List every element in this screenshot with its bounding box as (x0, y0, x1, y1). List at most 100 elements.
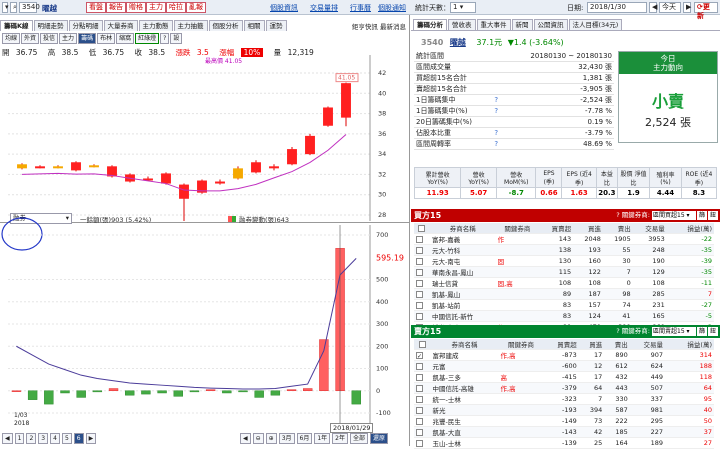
buy-col-header[interactable]: 買賣超 (539, 223, 574, 234)
bar[interactable] (303, 388, 313, 391)
sell-col-header[interactable]: 賣出 (604, 339, 630, 350)
help-icon[interactable]: ? (492, 127, 503, 139)
help-icon[interactable] (492, 51, 503, 62)
page-4[interactable]: 4 (50, 433, 60, 444)
candle[interactable] (35, 166, 45, 169)
broker-name[interactable]: 中國信託-新竹 (429, 310, 496, 322)
broker-name[interactable]: 統一-士林 (430, 393, 499, 405)
tab-main-lottery[interactable]: 主力抽籤 (173, 20, 208, 31)
row-checkbox[interactable] (416, 312, 423, 320)
subtab-settings[interactable]: 設 (170, 33, 183, 44)
table-row[interactable]: 玉山-士林 -139 25 164 189 27 (414, 437, 714, 449)
bar[interactable] (11, 390, 22, 392)
quote-name[interactable]: 曜越 (450, 38, 466, 47)
row-checkbox[interactable] (416, 406, 423, 414)
broker-name[interactable]: 凱基-三多 (430, 371, 499, 383)
candle[interactable] (17, 164, 27, 169)
dropdown-icon[interactable]: ▾ (2, 2, 9, 13)
zoom-out-icon[interactable]: ⊖ (252, 433, 264, 444)
toolbar-btn-6[interactable]: 亂報 (186, 2, 206, 13)
page-1[interactable]: 1 (14, 433, 25, 444)
bar[interactable] (157, 390, 167, 394)
table-row[interactable]: ✓ 富邦建成 作,高 -873 17 890 907 314 (414, 349, 714, 361)
range-2y[interactable]: 2年 (332, 433, 348, 444)
candle[interactable] (341, 83, 351, 118)
page-2[interactable]: 2 (26, 433, 37, 444)
help-icon[interactable]: ? (492, 138, 503, 150)
range-restore[interactable]: 還原 (370, 433, 389, 444)
row-checkbox[interactable] (416, 373, 423, 381)
sell-option-button[interactable]: 鈕 (708, 327, 718, 336)
next-date-button[interactable]: ▶ (683, 2, 691, 13)
link-calendar[interactable]: 行事曆 (350, 3, 371, 13)
select-all-checkbox[interactable] (418, 340, 426, 348)
buy-assoc-select[interactable]: 區間買超15 ▾ (652, 211, 696, 220)
bar[interactable] (222, 390, 232, 394)
tab-target-price[interactable]: 法人目標(34元) (568, 19, 623, 30)
subtab-ma[interactable]: 均線 (2, 33, 21, 44)
candle[interactable] (287, 149, 297, 165)
toolbar-btn-4[interactable]: 主力 (146, 2, 166, 13)
prev-date-button[interactable]: ◀ (649, 2, 657, 13)
subtab-traffic-light[interactable]: 紅綠燈 (135, 33, 160, 44)
search-icon[interactable]: ⌕ (10, 2, 17, 13)
buy-option-button[interactable]: 鈕 (708, 211, 718, 220)
candle[interactable] (323, 107, 333, 126)
bar[interactable] (60, 390, 70, 394)
zoom-in-icon[interactable]: ⊕ (265, 433, 277, 444)
broker-name[interactable]: 凱基-鳳山 (429, 288, 496, 300)
range-1y[interactable]: 1年 (314, 433, 331, 444)
bar[interactable] (189, 390, 200, 393)
sell-col-header[interactable]: 交易量 (629, 339, 666, 350)
date-input[interactable]: 2018/1/30 (587, 2, 647, 13)
range-all[interactable]: 全部 (350, 433, 369, 444)
page-next-button[interactable]: ▶ (85, 433, 97, 444)
tab-branch-detail[interactable]: 分點明細 (68, 20, 103, 31)
tab-main-force[interactable]: 主力動態 (138, 20, 173, 31)
subtab-help[interactable]: ? (160, 33, 170, 44)
subtab-mainforce[interactable]: 主力 (59, 33, 78, 44)
tab-detail-trend[interactable]: 明細走勢 (33, 20, 68, 31)
candle[interactable] (89, 165, 99, 168)
margin-short-chart[interactable]: 700 595.19 500 400 300 200 100 0 -100 (0, 225, 410, 423)
tab-news[interactable]: 新聞 (511, 19, 533, 30)
broker-name[interactable]: 元大-南屯 (429, 255, 496, 267)
candle[interactable] (215, 181, 225, 184)
tab-stock-analysis[interactable]: 個股分析 (208, 20, 243, 31)
tab-fortune[interactable]: 運勢 (265, 20, 287, 31)
bar[interactable] (238, 390, 248, 393)
table-row[interactable]: 中國信託-高雄 作,高 -379 64 443 507 64 (414, 382, 714, 394)
table-row[interactable]: 新光 -193 394 587 981 40 (414, 404, 714, 416)
candle[interactable] (233, 168, 243, 179)
candle[interactable] (161, 173, 171, 184)
candlestick-chart[interactable]: 424038363432302841.0526.6 (0, 55, 410, 221)
table-row[interactable]: 兆豐-民生 -149 73 222 295 50 (414, 415, 714, 427)
sell-col-header[interactable]: 關鍵券商 (498, 339, 544, 350)
stat-days-select[interactable]: 1 ▾ (450, 2, 476, 13)
toolbar-btn-5[interactable]: 哈拉 (166, 2, 186, 13)
buy-col-header[interactable]: 券商名稱 (429, 223, 496, 234)
bar[interactable] (141, 390, 151, 395)
table-row[interactable]: 統一-士林 -323 7 330 337 95 (414, 393, 714, 405)
row-checkbox[interactable] (416, 301, 423, 309)
row-checkbox[interactable] (416, 384, 423, 392)
refresh-button[interactable]: ⟳更新 (694, 2, 718, 20)
row-checkbox[interactable] (416, 246, 423, 254)
page-prev-button[interactable]: ◀ (2, 433, 13, 444)
subtab-shrink[interactable]: 縮窩 (116, 33, 135, 44)
bar[interactable] (254, 390, 264, 398)
bar[interactable] (27, 390, 38, 400)
toolbar-btn-1[interactable]: 看盤 (86, 2, 106, 13)
range-6m[interactable]: 6月 (296, 433, 313, 444)
table-row[interactable]: 富邦-嘉義作 143 2048 1905 3953 -22 (414, 233, 714, 245)
candle[interactable] (179, 184, 189, 199)
subtab-chips[interactable]: 籌碼 (78, 33, 97, 44)
row-checkbox[interactable] (416, 279, 423, 287)
bar[interactable] (92, 390, 103, 393)
broker-name[interactable]: 兆豐-民生 (430, 415, 499, 427)
row-checkbox[interactable] (416, 417, 423, 425)
table-row[interactable]: 元大-南屯固 130 160 30 190 -39 (414, 255, 714, 267)
table-row[interactable]: 元富 -600 12 612 624 188 (414, 360, 714, 372)
tab-revenue[interactable]: 營收表 (448, 19, 476, 30)
broker-name[interactable]: 玉山-士林 (430, 437, 499, 449)
